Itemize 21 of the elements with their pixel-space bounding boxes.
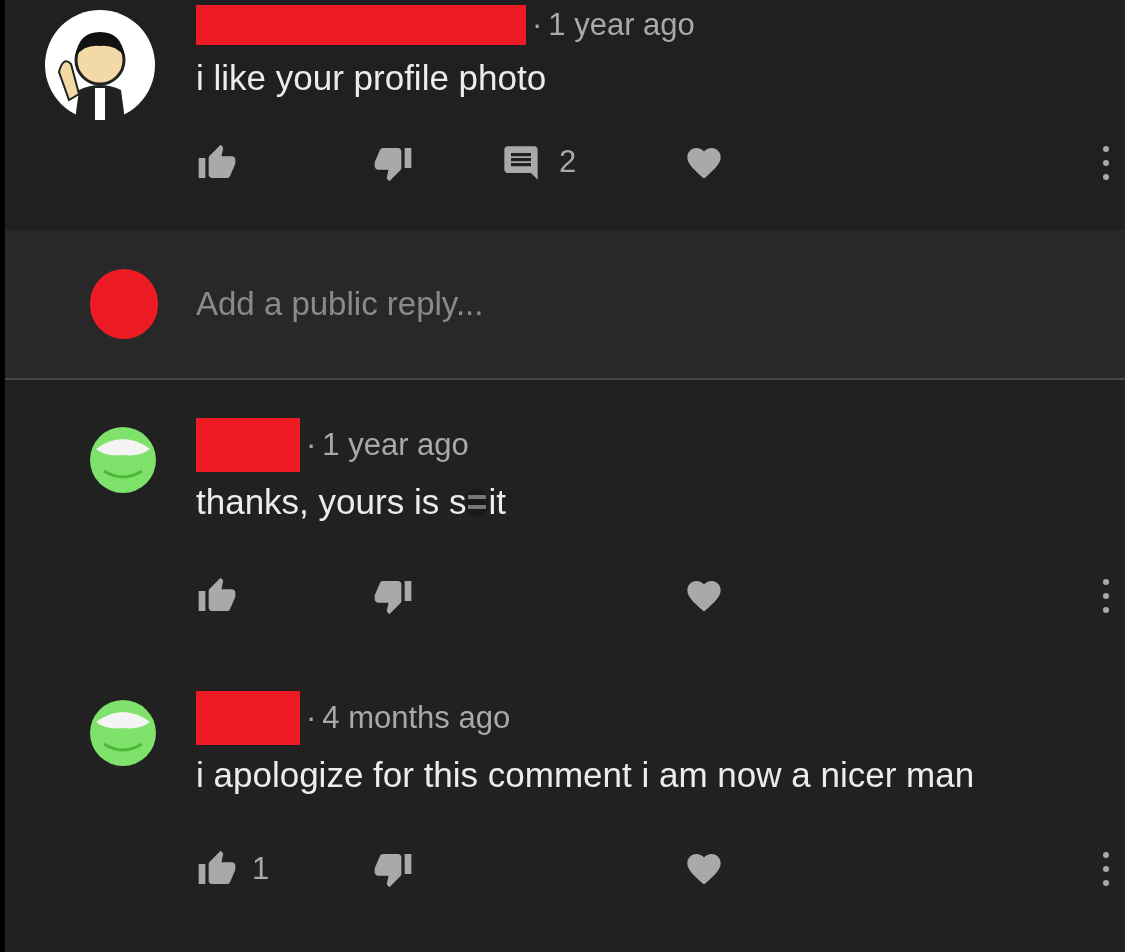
more-icon[interactable]: [1102, 578, 1110, 614]
avatar[interactable]: [90, 427, 156, 493]
comment-time: 4 months ago: [322, 698, 511, 737]
separator-dot: ·: [306, 698, 317, 737]
comment-time: 1 year ago: [548, 6, 695, 44]
separator-dot: ·: [306, 425, 317, 464]
avatar[interactable]: [90, 700, 156, 766]
comment-text: thanks, yours is s: [196, 480, 467, 523]
comment-time: 1 year ago: [322, 425, 469, 464]
sticker-icon: [464, 486, 491, 518]
comment-text: it: [488, 480, 506, 523]
separator-dot: ·: [532, 6, 543, 44]
comment-text: i like your profile photo: [196, 57, 547, 100]
reply-box[interactable]: Add a public reply...: [5, 230, 1125, 380]
comment-text: i apologize for this comment i am now a nicer man: [196, 753, 975, 796]
reply-count: 2: [559, 143, 577, 182]
reply-field[interactable]: Add a public reply...: [196, 279, 1105, 329]
more-icon[interactable]: [1102, 144, 1110, 181]
like-count: 1: [252, 849, 270, 888]
more-icon[interactable]: [1102, 851, 1110, 887]
avatar[interactable]: [45, 10, 155, 120]
